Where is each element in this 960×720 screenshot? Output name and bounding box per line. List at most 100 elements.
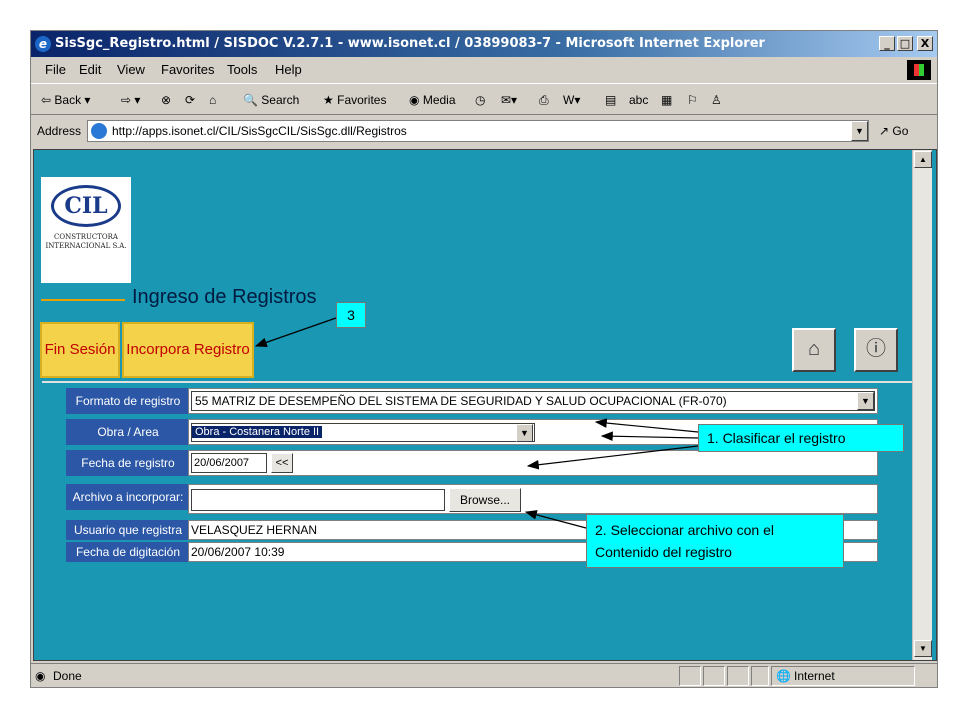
title-divider: [41, 299, 125, 301]
search-label: Search: [261, 93, 300, 107]
file-input[interactable]: [191, 489, 445, 511]
date-picker-button[interactable]: <<: [271, 453, 293, 473]
media-button[interactable]: ◉ Media: [409, 84, 456, 116]
add-record-button[interactable]: Incorpora Registro: [122, 322, 254, 378]
address-bar: Address http://apps.isonet.cl/CIL/SisSgc…: [31, 117, 937, 145]
menu-bar: File Edit View Favorites Tools Help: [31, 57, 937, 83]
page-content: ▲ ▼ CIL CONSTRUCTORA INTERNACIONAL S.A. …: [33, 149, 937, 661]
format-select[interactable]: 55 MATRIZ DE DESEMPEÑO DEL SISTEMA DE SE…: [191, 391, 875, 411]
toolbar: ⇦ Back ▾ ⇨ ▾ ⊗ ⟳ ⌂ 🔍 Search ★ Favorites …: [31, 83, 937, 115]
callout-step1: 1. Clasificar el registro: [698, 424, 904, 452]
address-dropdown-icon[interactable]: ▼: [851, 121, 868, 141]
ie-logo-icon: e: [35, 36, 51, 52]
page-icon: [91, 123, 107, 139]
menu-view[interactable]: View: [117, 57, 145, 83]
callout-step3: 3: [336, 302, 366, 328]
browse-button[interactable]: Browse...: [449, 488, 521, 512]
area-select[interactable]: Obra - Costanera Norte II: [191, 423, 535, 442]
callout-step2: 2. Seleccionar archivo con el Contenido …: [586, 514, 844, 568]
back-label: Back: [54, 93, 82, 107]
home-icon: ⌂: [807, 338, 821, 360]
globe-icon: 🌐: [776, 669, 791, 683]
browser-window: e SisSgc_Registro.html / SISDOC V.2.7.1 …: [30, 30, 938, 688]
status-pane: [727, 666, 749, 686]
status-page-icon: ◉: [35, 669, 46, 683]
status-text: Done: [53, 669, 82, 683]
date-label: Fecha de registro: [66, 450, 190, 476]
search-icon: 🔍: [243, 93, 258, 107]
vertical-scrollbar[interactable]: ▲ ▼: [912, 150, 932, 660]
spellcheck-icon[interactable]: abc: [629, 84, 648, 116]
favorites-icon: ★: [323, 93, 334, 107]
research-icon[interactable]: ▦: [661, 84, 672, 116]
go-arrow-icon: ↗: [879, 124, 890, 138]
user-label: Usuario que registra: [66, 520, 190, 540]
favorites-label: Favorites: [337, 93, 387, 107]
callout-step2-line2: Contenido del registro: [595, 544, 732, 560]
go-button[interactable]: ↗ Go: [879, 117, 908, 145]
favorites-button[interactable]: ★ Favorites: [323, 84, 386, 116]
status-bar: ◉ Done 🌐 Internet: [31, 663, 937, 687]
status-pane: [751, 666, 769, 686]
format-row: 55 MATRIZ DE DESEMPEÑO DEL SISTEMA DE SE…: [188, 388, 878, 414]
user-icon[interactable]: ♙: [711, 84, 722, 116]
back-button[interactable]: ⇦ Back ▾: [41, 84, 90, 116]
mail-icon[interactable]: ✉▾: [501, 84, 517, 116]
maximize-button[interactable]: □: [897, 36, 913, 51]
callout-step2-line1: 2. Seleccionar archivo con el: [595, 522, 774, 538]
date-value: 20/06/2007: [194, 457, 250, 469]
format-dropdown-icon[interactable]: ▼: [857, 392, 874, 410]
minimize-button[interactable]: _: [879, 36, 895, 51]
zone-label: Internet: [794, 669, 835, 683]
window-title: SisSgc_Registro.html / SISDOC V.2.7.1 - …: [55, 36, 765, 51]
file-label: Archivo a incorporar:: [66, 484, 190, 510]
discuss-icon[interactable]: ▤: [605, 84, 616, 116]
print-icon[interactable]: ⎙: [539, 84, 549, 116]
page-title: Ingreso de Registros: [132, 286, 317, 308]
home-button[interactable]: ⌂: [792, 328, 836, 372]
menu-file[interactable]: File: [45, 57, 66, 83]
status-zone: 🌐 Internet: [771, 666, 915, 686]
menu-help[interactable]: Help: [275, 57, 302, 83]
company-logo: CIL CONSTRUCTORA INTERNACIONAL S.A.: [41, 177, 131, 283]
stop-icon[interactable]: ⊗: [161, 84, 171, 116]
edit-icon[interactable]: W▾: [563, 84, 580, 116]
home-icon[interactable]: ⌂: [209, 84, 216, 116]
scroll-up-icon[interactable]: ▲: [914, 151, 932, 168]
status-pane: [679, 666, 701, 686]
search-button[interactable]: 🔍 Search: [243, 84, 299, 116]
address-input[interactable]: http://apps.isonet.cl/CIL/SisSgcCIL/SisS…: [87, 120, 869, 142]
forward-button[interactable]: ⇨ ▾: [121, 84, 140, 116]
area-value: Obra - Costanera Norte II: [192, 426, 323, 438]
menu-favorites[interactable]: Favorites: [161, 57, 214, 83]
refresh-icon[interactable]: ⟳: [185, 84, 195, 116]
menu-edit[interactable]: Edit: [79, 57, 101, 83]
format-value: 55 MATRIZ DE DESEMPEÑO DEL SISTEMA DE SE…: [195, 394, 727, 408]
messenger-icon[interactable]: ⚐: [687, 84, 698, 116]
history-icon[interactable]: ◷: [475, 84, 485, 116]
title-bar: e SisSgc_Registro.html / SISDOC V.2.7.1 …: [31, 31, 937, 57]
windows-logo-icon: [907, 60, 931, 80]
menu-tools[interactable]: Tools: [227, 57, 257, 83]
date-input[interactable]: 20/06/2007: [191, 453, 267, 473]
scroll-down-icon[interactable]: ▼: [914, 640, 932, 657]
area-dropdown-icon[interactable]: ▼: [516, 424, 533, 442]
file-row: Browse...: [188, 484, 878, 514]
info-button[interactable]: ⓘ: [854, 328, 898, 372]
logout-button[interactable]: Fin Sesión: [40, 322, 120, 378]
divider: [42, 381, 912, 383]
go-label: Go: [892, 124, 909, 138]
close-button[interactable]: X: [917, 36, 933, 51]
logo-mark: CIL: [51, 185, 121, 227]
address-label: Address: [37, 124, 82, 138]
status-pane: [703, 666, 725, 686]
media-icon: ◉: [409, 93, 420, 107]
date-row: 20/06/2007 <<: [188, 450, 878, 476]
format-label: Formato de registro: [66, 388, 190, 414]
digit-value: 20/06/2007 10:39: [191, 545, 285, 559]
logo-text: CONSTRUCTORA INTERNACIONAL S.A.: [45, 233, 127, 250]
back-arrow-icon: ⇦: [41, 93, 52, 107]
media-label: Media: [422, 93, 456, 107]
area-label: Obra / Area: [66, 419, 190, 445]
user-value: VELASQUEZ HERNAN: [191, 523, 318, 537]
